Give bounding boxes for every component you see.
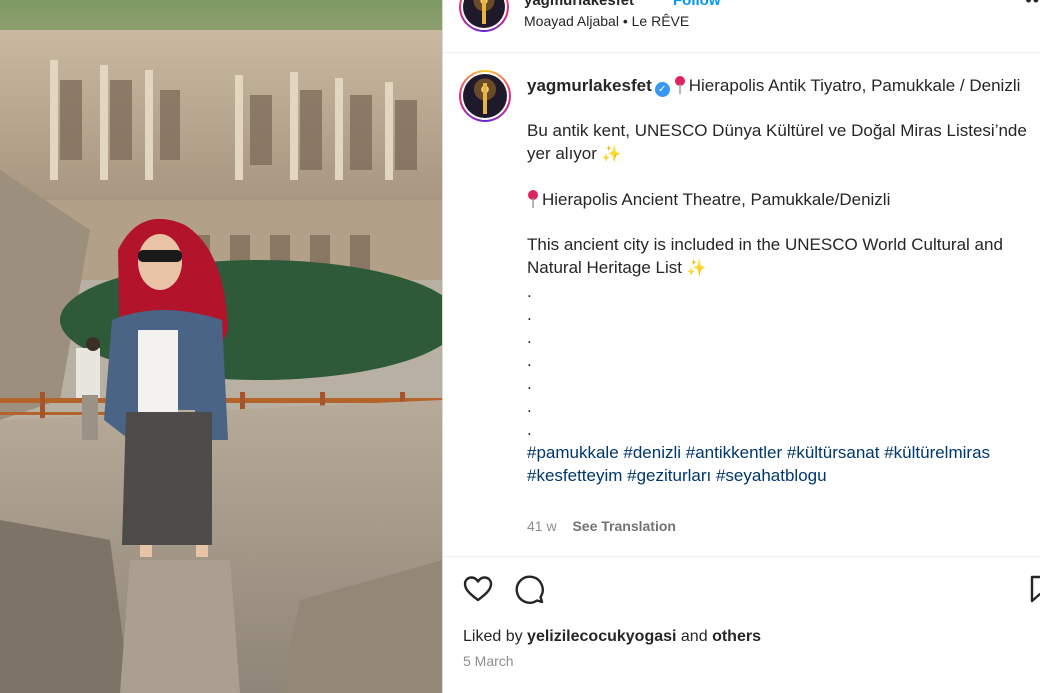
- description-turkish-line: Bu antik kent, UNESCO Dünya Kültürel ve …: [527, 119, 1039, 166]
- dot-line: .: [527, 420, 532, 439]
- caption-meta: 41 w See Translation: [527, 518, 676, 534]
- hashtags-line-2[interactable]: #kesfetteyim #geziturları #seyahatblogu: [527, 464, 1039, 487]
- liked-and: and: [680, 628, 708, 645]
- caption-text: yagmurlakesfet ✓ Hierapolis Antik Tiyatro,…: [527, 74, 1039, 487]
- description-english: This ancient city is included in the UNE…: [527, 235, 1003, 277]
- post-panel: yagmurlakesfet Follow Moayad Aljabal • L…: [443, 0, 1040, 693]
- audio-artist[interactable]: Moayad Aljabal: [524, 13, 619, 29]
- dot-line: .: [527, 328, 532, 347]
- caption-avatar[interactable]: [459, 70, 511, 122]
- post-date[interactable]: 5 March: [463, 653, 514, 669]
- post-age[interactable]: 41 w: [527, 518, 557, 534]
- dot-line: .: [527, 397, 532, 416]
- follow-button[interactable]: Follow: [673, 0, 721, 9]
- liked-user[interactable]: yelizilecocukyogasi: [527, 628, 676, 645]
- pin-icon: [528, 190, 538, 208]
- liked-others[interactable]: others: [712, 628, 761, 645]
- location-turkish: Hierapolis Antik Tiyatro, Pamukkale / De…: [688, 76, 1021, 95]
- heart-icon[interactable]: [462, 573, 494, 605]
- caption-username[interactable]: yagmurlakesfet: [527, 76, 652, 95]
- post-photo: [0, 0, 443, 693]
- dot-line: .: [527, 282, 532, 301]
- audio-separator: •: [622, 13, 628, 29]
- bookmark-icon[interactable]: [1028, 573, 1040, 605]
- header-avatar[interactable]: [459, 0, 509, 32]
- location-english-line: Hierapolis Ancient Theatre, Pamukkale/De…: [527, 188, 1039, 211]
- description-english-line: This ancient city is included in the UNE…: [527, 233, 1039, 280]
- sparkle-emoji: ✨: [601, 146, 622, 163]
- dot-spacer: . . . . . . .: [527, 280, 1039, 441]
- sparkle-emoji: ✨: [686, 260, 707, 277]
- audio-attribution: Moayad Aljabal • Le RÊVE: [524, 13, 689, 29]
- pin-icon: [674, 76, 685, 94]
- comment-icon[interactable]: [513, 573, 545, 605]
- liked-by: Liked by yelizilecocukyogasi and others: [463, 628, 761, 646]
- dot-line: .: [527, 374, 532, 393]
- audio-track[interactable]: Le RÊVE: [632, 13, 690, 29]
- header-username[interactable]: yagmurlakesfet: [524, 0, 634, 9]
- location-english: Hierapolis Ancient Theatre, Pamukkale/De…: [542, 190, 891, 209]
- post-header: yagmurlakesfet Follow Moayad Aljabal • L…: [443, 0, 1040, 53]
- post-media[interactable]: [0, 0, 443, 693]
- dot-line: .: [527, 305, 532, 324]
- more-options-icon[interactable]: ••: [1025, 0, 1040, 11]
- liked-prefix: Liked by: [463, 628, 523, 645]
- see-translation-button[interactable]: See Translation: [572, 518, 675, 534]
- dot-line: .: [527, 351, 532, 370]
- verified-badge-icon: ✓: [654, 82, 670, 97]
- hashtags-line-1[interactable]: #pamukkale #denizli #antikkentler #kültü…: [527, 441, 1039, 464]
- action-bar: Liked by yelizilecocukyogasi and others …: [443, 556, 1040, 693]
